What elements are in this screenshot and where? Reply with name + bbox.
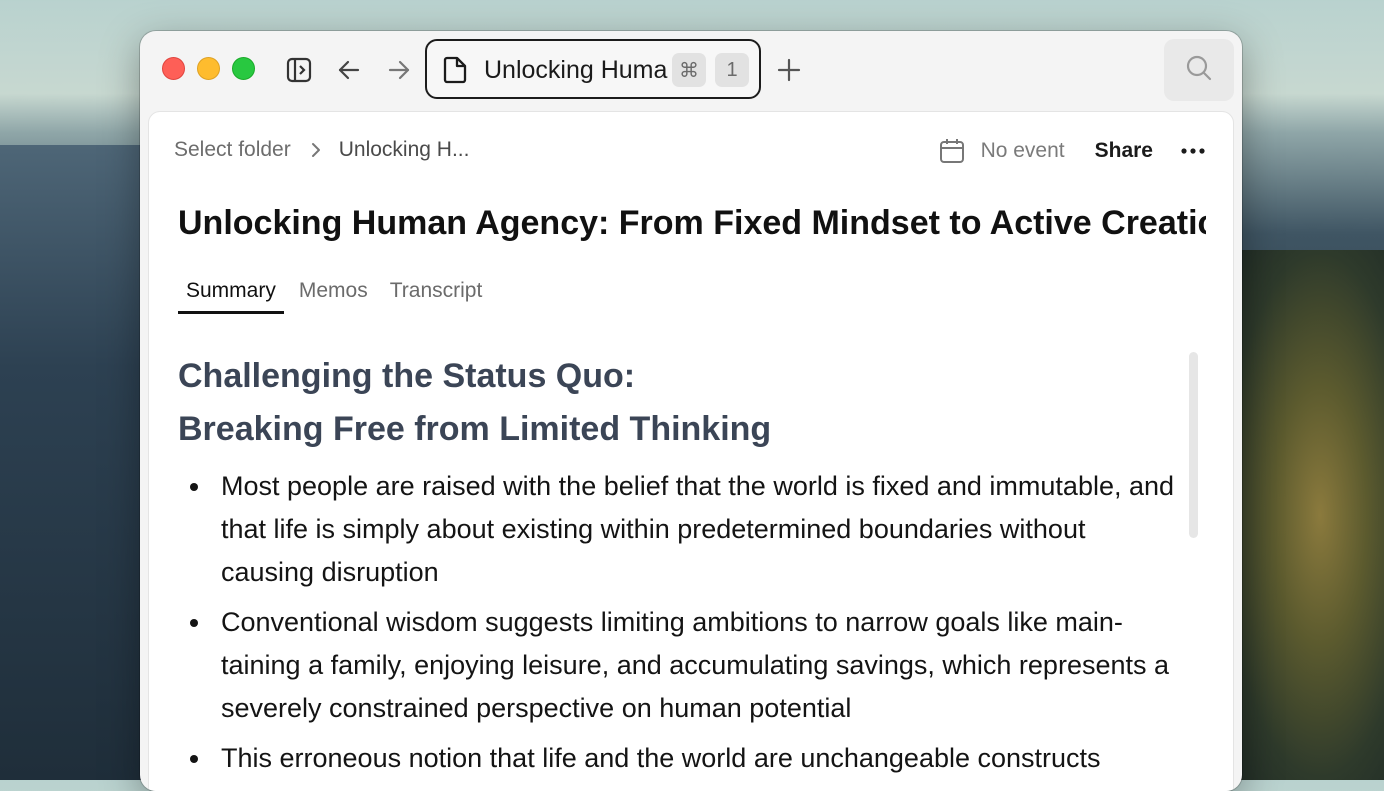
document-actions: No event Share (939, 134, 1205, 168)
minimize-window-button[interactable] (197, 57, 220, 80)
section-heading-line2: Breaking Free from Limited Thinking (178, 410, 772, 448)
plus-icon[interactable] (774, 55, 804, 85)
breadcrumb-current: Unlocking H... (338, 138, 470, 161)
tab-transcript[interactable]: Transcript (383, 276, 490, 314)
list-item: Most people are raised with the belief t… (190, 465, 1181, 594)
shortcut-number-badge: 1 (715, 53, 749, 87)
section-heading-line1: Challenging the Status Quo: (178, 357, 636, 395)
breadcrumb-select-folder[interactable]: Select folder (174, 138, 291, 162)
breadcrumb: Select folder Unlocking H... (174, 138, 469, 162)
document-tabs: Summary Memos Transcript (178, 276, 497, 314)
share-button[interactable]: Share (1095, 139, 1153, 163)
tab-memos[interactable]: Memos (292, 276, 375, 314)
tab-title: Unlocking Huma (484, 56, 668, 84)
event-label: No event (980, 139, 1065, 162)
shortcut-cmd-badge: ⌘ (672, 53, 706, 87)
app-window: Unlocking Huma ⌘ 1 Select folder Unlocki… (140, 31, 1242, 791)
list-item: Conventional wisdom suggests limiting am… (190, 601, 1181, 730)
search-icon (1185, 54, 1213, 87)
close-window-button[interactable] (162, 57, 185, 80)
ellipsis-icon[interactable] (1181, 148, 1205, 154)
event-selector[interactable]: No event (939, 138, 1065, 164)
chevron-right-icon (310, 141, 322, 159)
sidebar-toggle-icon[interactable] (284, 55, 314, 85)
document-title[interactable]: Unlocking Human Agency: From Fixed Minds… (178, 200, 1206, 246)
arrow-right-icon[interactable] (384, 55, 414, 85)
document-panel: Select folder Unlocking H... No event Sh… (148, 111, 1234, 791)
titlebar: Unlocking Huma ⌘ 1 (140, 31, 1242, 111)
list-item: This erroneous notion that life and the … (190, 737, 1181, 780)
search-button[interactable] (1164, 39, 1234, 101)
summary-content: Challenging the Status Quo: Breaking Fre… (178, 350, 1188, 791)
calendar-icon (939, 138, 965, 164)
document-icon (442, 56, 468, 89)
bullet-list: Most people are raised with the belief t… (178, 465, 1188, 780)
wallpaper-right (1224, 250, 1384, 780)
arrow-left-icon[interactable] (334, 55, 364, 85)
wallpaper-left (0, 145, 150, 780)
document-tab[interactable]: Unlocking Huma ⌘ 1 (425, 39, 761, 99)
tab-summary[interactable]: Summary (178, 276, 284, 314)
scrollbar[interactable] (1189, 352, 1198, 538)
maximize-window-button[interactable] (232, 57, 255, 80)
